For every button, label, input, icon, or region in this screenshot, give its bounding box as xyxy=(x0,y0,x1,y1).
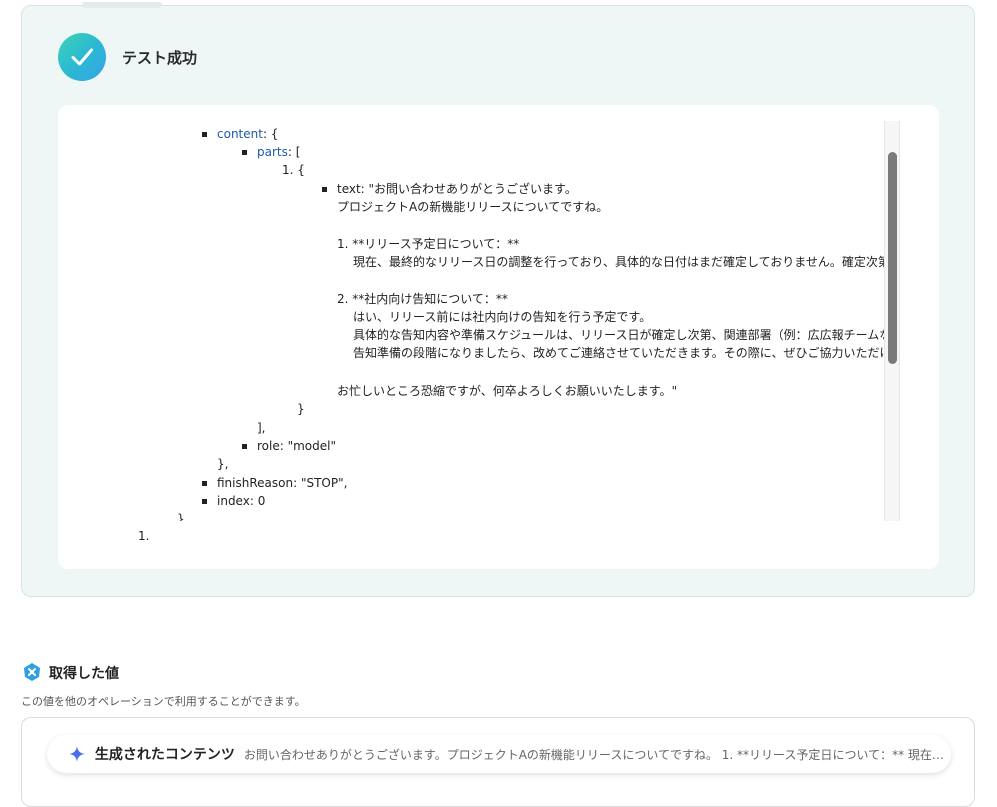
x-badge-icon xyxy=(24,663,40,681)
check-icon xyxy=(58,33,106,81)
json-line-parts-close: ], xyxy=(257,421,266,435)
json-output-card: content: { parts: [ 1. { text: "お問い合わせあり… xyxy=(58,105,939,569)
json-line-text: お忙しいところ恐縮ですが、何卒よろしくお願いいたします。" xyxy=(337,384,678,398)
json-line-item-open: 1. { xyxy=(282,163,305,177)
list-bullet xyxy=(242,150,247,155)
json-line-item-close: } xyxy=(297,402,305,416)
list-bullet xyxy=(202,481,207,486)
test-result-panel: テスト成功 content: { parts: [ 1. { text: "お問… xyxy=(21,2,975,597)
json-line-text: 具体的な告知内容や準備スケジュールは、リリース日が確定し次第、関連部署（例：広広… xyxy=(353,328,884,342)
json-line-role: role: "model" xyxy=(257,439,336,453)
json-line-index: index: 0 xyxy=(217,494,266,508)
json-line-text: はい、リリース前には社内向けの告知を行う予定です。 xyxy=(353,310,652,324)
value-label: 生成されたコンテンツ xyxy=(94,747,235,763)
json-line-text: プロジェクトAの新機能リリースについてですね。 xyxy=(337,200,609,214)
json-line-content-close: }, xyxy=(217,457,229,471)
json-line-text: 1. **リリース予定日について：** xyxy=(337,237,520,251)
list-bullet xyxy=(202,499,207,504)
json-line-text: 2. **社内向け告知について：** xyxy=(337,292,508,306)
result-title: テスト成功 xyxy=(122,49,198,67)
vertical-scrollbar[interactable] xyxy=(884,121,900,521)
value-preview: お問い合わせありがとうございます。プロジェクトAの新機能リリースについてですね。… xyxy=(243,747,951,762)
panel-top-edge xyxy=(82,2,162,8)
list-bullet xyxy=(202,132,207,137)
json-line-content: content: { xyxy=(217,127,279,141)
json-line-text: 告知準備の段階になりましたら、改めてご連絡させていただきます。その際に、ぜひご協… xyxy=(353,346,884,360)
scrollbar-thumb[interactable] xyxy=(888,152,897,364)
values-list: 生成されたコンテンツ お問い合わせありがとうございます。プロジェクトAの新機能リ… xyxy=(21,717,975,807)
json-output-view[interactable]: content: { parts: [ 1. { text: "お問い合わせあり… xyxy=(58,121,884,521)
sparkle-icon xyxy=(69,746,85,762)
json-line-outer-close: } xyxy=(177,512,185,521)
list-bullet xyxy=(242,444,247,449)
json-line-parts: parts: [ xyxy=(257,145,301,159)
json-line-text: 現在、最終的なリリース日の調整を行っており、具体的な日付はまだ確定しておりません… xyxy=(353,255,884,269)
json-line-finish-reason: finishReason: "STOP", xyxy=(217,476,348,490)
value-chip-generated-content[interactable]: 生成されたコンテンツ お問い合わせありがとうございます。プロジェクトAの新機能リ… xyxy=(47,735,951,773)
json-line-text: text: "お問い合わせありがとうございます。 xyxy=(337,182,577,196)
list-bullet xyxy=(322,187,327,192)
values-title: 取得した値 xyxy=(49,666,119,682)
values-description: この値を他のオペレーションで利用することができます。 xyxy=(21,695,306,708)
json-list-marker: 1. xyxy=(138,529,150,543)
